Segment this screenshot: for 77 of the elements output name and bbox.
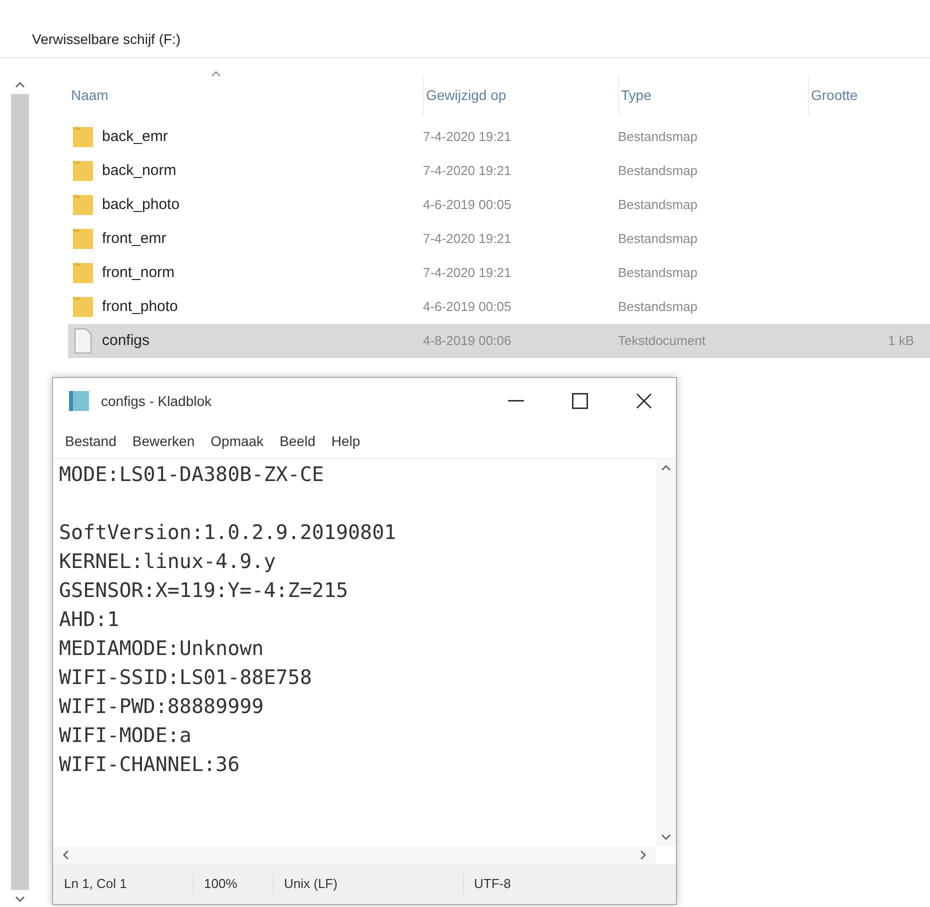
menu-item[interactable]: Beeld [280,430,316,452]
horizontal-scrollbar[interactable] [53,846,656,864]
file-row[interactable]: front_emr 7-4-2020 19:21 Bestandsmap [68,222,930,256]
status-field: Unix (LF) [273,874,463,894]
column-header[interactable]: Grootte [808,75,918,115]
file-type: Bestandsmap [618,196,698,214]
folder-icon [72,125,94,149]
text-line: MEDIAMODE:Unknown [59,635,264,662]
modified-date: 7-4-2020 19:21 [423,162,512,180]
modified-date: 7-4-2020 19:21 [423,128,512,146]
text-area[interactable]: MODE:LS01-DA380B-ZX-CE SoftVersion:1.0.2.9.20190801 KERNEL:linux-4.9.y GSENSOR:X=119:Y=-4:Z=215 AHD:1 MEDIAMODE:Unknown WIFI-SSID:LS01-88E758 WIFI-PWD:88889999 WIFI-MODE:a WIFI-CHANNEL:36 [53,458,676,846]
text-line: WIFI-PWD:88889999 [59,693,264,720]
file-row[interactable]: configs 4-8-2019 00:06 Tekstdocument 1 kB [68,324,930,358]
close-icon[interactable] [636,393,652,409]
file-type: Bestandsmap [618,298,698,316]
file-row[interactable]: front_norm 7-4-2020 19:21 Bestandsmap [68,256,930,290]
folder-icon [72,295,94,319]
text-line: MODE:LS01-DA380B-ZX-CE [59,461,324,488]
text-line: WIFI-MODE:a [59,722,192,749]
location-path[interactable]: Verwisselbare schijf (F:) [32,31,181,47]
file-name: back_emr [102,126,168,147]
file-name: configs [102,330,150,351]
file-row[interactable]: front_photo 4-6-2019 00:05 Bestandsmap [68,290,930,324]
scroll-left-icon[interactable] [61,850,71,860]
window-title: configs - Kladblok [101,392,213,411]
vertical-scrollbar[interactable] [656,459,676,846]
text-line: KERNEL:linux-4.9.y [59,548,276,575]
file-name: back_norm [102,160,176,181]
menu-item[interactable]: Bestand [65,430,116,452]
scroll-up-icon[interactable] [661,463,671,473]
text-line: SoftVersion:1.0.2.9.20190801 [59,519,396,546]
text-line: GSENSOR:X=119:Y=-4:Z=215 [59,577,348,604]
text-line: WIFI-SSID:LS01-88E758 [59,664,312,691]
sort-caret-icon [210,71,221,77]
file-type: Bestandsmap [618,230,698,248]
status-field: Ln 1, Col 1 [53,874,193,894]
menu-item[interactable]: Opmaak [210,430,264,452]
column-header[interactable]: Naam [68,75,423,115]
modified-date: 7-4-2020 19:21 [423,230,512,248]
text-line: WIFI-CHANNEL:36 [59,751,240,778]
scroll-up-icon[interactable] [15,80,25,90]
menu-item[interactable]: Bewerken [132,430,195,452]
folder-icon [72,159,94,183]
document-icon [72,328,94,354]
minimize-icon[interactable] [508,400,524,402]
vertical-scrollbar[interactable] [8,80,32,904]
file-name: front_emr [102,228,166,249]
file-name: back_photo [102,194,180,215]
scroll-down-icon[interactable] [661,832,671,842]
column-header[interactable]: Type [618,75,808,115]
file-type: Bestandsmap [618,162,698,180]
modified-date: 4-8-2019 00:06 [423,332,512,350]
file-row[interactable]: back_photo 4-6-2019 00:05 Bestandsmap [68,188,930,222]
file-type: Bestandsmap [618,128,698,146]
file-size: 1 kB [888,332,914,350]
file-row[interactable]: back_emr 7-4-2020 19:21 Bestandsmap [68,120,930,154]
modified-date: 4-6-2019 00:05 [423,298,512,316]
file-type: Bestandsmap [618,264,698,282]
menu-item[interactable]: Help [331,430,360,452]
status-field: UTF-8 [463,874,583,894]
notepad-icon [67,389,91,413]
file-name: front_photo [102,296,178,317]
file-row[interactable]: back_norm 7-4-2020 19:21 Bestandsmap [68,154,930,188]
folder-icon [72,261,94,285]
text-line: AHD:1 [59,606,120,633]
scrollbar-thumb[interactable] [11,94,29,890]
folder-icon [72,193,94,217]
scroll-right-icon[interactable] [638,850,648,860]
file-name: front_norm [102,262,175,283]
status-field: 100% [193,874,273,894]
maximize-icon[interactable] [572,393,588,409]
file-type: Tekstdocument [618,332,706,350]
scroll-down-icon[interactable] [15,894,25,904]
column-header[interactable]: Gewijzigd op [423,75,618,115]
modified-date: 7-4-2020 19:21 [423,264,512,282]
folder-icon [72,227,94,251]
modified-date: 4-6-2019 00:05 [423,196,512,214]
